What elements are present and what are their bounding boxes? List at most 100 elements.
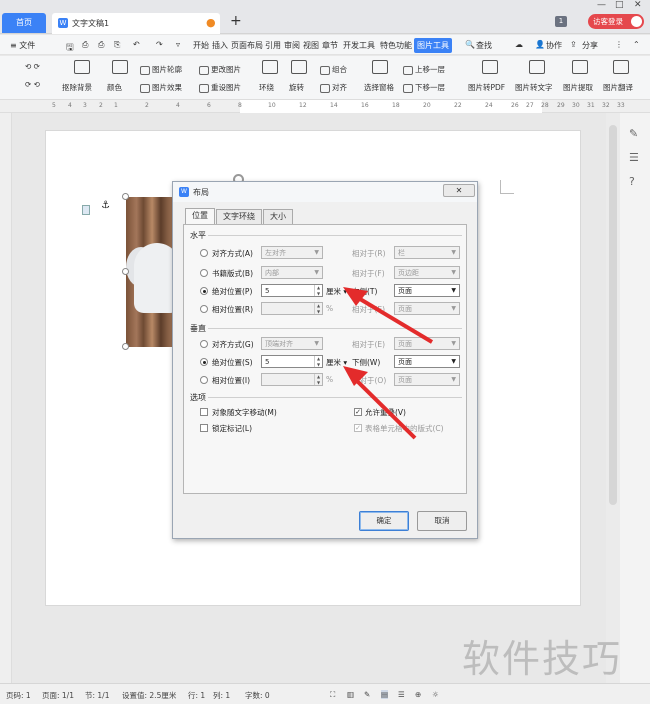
picture-to-pdf-button[interactable]: 图片转PDF xyxy=(468,82,505,93)
collapse-ribbon-icon[interactable]: ⌃ xyxy=(633,40,640,49)
v-absolute-radio[interactable] xyxy=(200,358,208,366)
remove-bg-icon[interactable] xyxy=(74,60,90,74)
pen-icon[interactable]: ✎ xyxy=(629,127,638,140)
v-align-rel-select[interactable]: 页面 ▼ xyxy=(394,337,460,350)
reset-picture-button[interactable]: 重设图片 xyxy=(199,82,241,93)
spinner-icon[interactable]: ▲ ▼ xyxy=(314,303,322,314)
h-unit-dropdown[interactable]: 厘米 ▾ xyxy=(326,286,347,297)
status-page[interactable]: 页码: 1 xyxy=(6,690,31,701)
undo-icon[interactable]: ↶ xyxy=(133,40,140,49)
collab-icon[interactable]: 👤 xyxy=(535,40,545,49)
page-view-icon[interactable]: ▤ xyxy=(381,690,389,699)
h-align-select[interactable]: 左对齐 ▼ xyxy=(261,246,323,259)
dialog-titlebar[interactable]: W 布局 ✕ xyxy=(173,182,477,202)
anchor-icon[interactable]: ⚓ xyxy=(101,200,110,211)
vertical-ruler[interactable] xyxy=(0,113,12,683)
h-book-rel-select[interactable]: 页边距 ▼ xyxy=(394,266,460,279)
ok-button[interactable]: 确定 xyxy=(359,511,409,531)
file-menu[interactable]: ≡ 文件 xyxy=(10,40,35,51)
h-align-rel-select[interactable]: 栏 ▼ xyxy=(394,246,460,259)
menu-review[interactable]: 审阅 xyxy=(284,40,300,51)
collab-label[interactable]: 协作 xyxy=(546,40,562,51)
v-abs-rel-select[interactable]: 页面 ▼ xyxy=(394,355,460,368)
menu-start[interactable]: 开始 xyxy=(193,40,209,51)
tab-text-wrap[interactable]: 文字环绕 xyxy=(216,209,262,224)
allow-overlap-checkbox[interactable]: ✓ xyxy=(354,408,362,416)
pic-to-pdf-icon[interactable] xyxy=(482,60,498,74)
tab-size[interactable]: 大小 xyxy=(263,209,293,224)
v-rel-rel-select[interactable]: 页面 ▼ xyxy=(394,373,460,386)
menu-insert[interactable]: 插入 xyxy=(212,40,228,51)
h-rel-rel-select[interactable]: 页面 ▼ xyxy=(394,302,460,315)
color-icon[interactable] xyxy=(112,60,128,74)
send-backward-button[interactable]: 下移一层 xyxy=(403,82,445,93)
wrap-button[interactable]: 环绕 xyxy=(259,82,274,93)
picture-to-text-button[interactable]: 图片转文字 xyxy=(515,82,553,93)
pic-translate-icon[interactable] xyxy=(613,60,629,74)
share-icon[interactable]: ⇪ xyxy=(570,40,577,49)
redo-icon[interactable]: ↷ xyxy=(156,40,163,49)
maximize-icon[interactable]: □ xyxy=(615,0,624,10)
table-layout-checkbox[interactable]: ✓ xyxy=(354,424,362,432)
vertical-scrollbar[interactable] xyxy=(606,113,620,683)
window-count-badge[interactable]: 1 xyxy=(555,16,567,27)
v-relative-radio[interactable] xyxy=(200,376,208,384)
print-icon[interactable]: ⎙ xyxy=(98,40,104,50)
menu-chapter[interactable]: 章节 xyxy=(322,40,338,51)
menu-picture-tools[interactable]: 图片工具 xyxy=(414,38,452,53)
web-view-icon[interactable]: ⊕ xyxy=(415,690,421,699)
settings-sliders-icon[interactable]: ☰ xyxy=(629,151,639,164)
status-words[interactable]: 字数: 0 xyxy=(245,690,270,701)
v-align-radio[interactable] xyxy=(200,340,208,348)
eye-protect-icon[interactable]: ☼ xyxy=(432,690,439,699)
bring-forward-button[interactable]: 上移一层 xyxy=(403,64,445,75)
read-mode-icon[interactable]: ▥ xyxy=(347,690,354,699)
rotate-button[interactable]: 旋转 xyxy=(289,82,304,93)
v-unit-dropdown[interactable]: 厘米 ▾ xyxy=(326,357,347,368)
menu-layout[interactable]: 页面布局 xyxy=(231,40,263,51)
selection-pane-button[interactable]: 选择窗格 xyxy=(364,82,394,93)
resize-handle-tl[interactable] xyxy=(122,193,129,200)
horizontal-ruler[interactable]: 5 4 3 2 1 2 4 6 8 10 12 14 16 18 20 22 2… xyxy=(0,100,650,113)
tab-home[interactable]: 首页 xyxy=(2,13,46,33)
scrollbar-thumb[interactable] xyxy=(609,125,617,505)
group-button[interactable]: 组合 xyxy=(320,64,347,75)
search-label[interactable]: 查找 xyxy=(476,40,492,51)
help-icon[interactable]: ? xyxy=(629,175,635,188)
outline-view-icon[interactable]: ☰ xyxy=(398,690,405,699)
close-icon[interactable]: ✕ xyxy=(443,184,475,197)
minimize-icon[interactable]: — xyxy=(597,0,606,10)
close-window-icon[interactable]: ✕ xyxy=(634,0,642,10)
print-preview-icon[interactable]: ⎙ xyxy=(82,40,88,50)
more-icon[interactable]: ⋮ xyxy=(615,40,623,49)
more-dropdown-icon[interactable]: ▿ xyxy=(176,40,180,49)
resize-handle-ml[interactable] xyxy=(122,268,129,275)
h-align-radio[interactable] xyxy=(200,249,208,257)
rotate-tool-icon[interactable] xyxy=(291,60,307,74)
rotate-icon[interactable]: ⟳ ⟲ xyxy=(25,80,40,89)
picture-translate-button[interactable]: 图片翻译 xyxy=(603,82,633,93)
spinner-icon[interactable]: ▲ ▼ xyxy=(314,356,322,367)
tab-document[interactable]: W 文字文稿1 ● xyxy=(52,13,220,34)
cancel-button[interactable]: 取消 xyxy=(417,511,467,531)
spinner-icon[interactable]: ▲ ▼ xyxy=(314,285,322,296)
lock-anchor-checkbox[interactable] xyxy=(200,424,208,432)
h-absolute-radio[interactable] xyxy=(200,287,208,295)
move-with-text-checkbox[interactable] xyxy=(200,408,208,416)
crop-icon[interactable]: ⟲ ⟳ xyxy=(25,62,40,71)
new-tab-button[interactable]: + xyxy=(230,13,242,29)
spinner-icon[interactable]: ▲ ▼ xyxy=(314,374,322,385)
h-absolute-input[interactable]: 5 ▲ ▼ xyxy=(261,284,323,297)
save-icon[interactable]: 🖫 xyxy=(66,40,74,56)
cloud-icon[interactable]: ☁ xyxy=(515,40,523,49)
h-abs-rel-select[interactable]: 页面 ▼ xyxy=(394,284,460,297)
selection-pane-icon[interactable] xyxy=(372,60,388,74)
menu-special[interactable]: 特色功能 xyxy=(380,40,412,51)
status-setting[interactable]: 设置值: 2.5厘米 xyxy=(122,690,176,701)
picture-extract-button[interactable]: 图片提取 xyxy=(563,82,593,93)
change-picture-button[interactable]: 更改图片 xyxy=(199,64,241,75)
h-relative-input[interactable]: ▲ ▼ xyxy=(261,302,323,315)
remove-background-button[interactable]: 抠除背景 xyxy=(62,82,92,93)
guest-login-button[interactable]: 访客登录 xyxy=(588,14,644,29)
pic-extract-icon[interactable] xyxy=(572,60,588,74)
